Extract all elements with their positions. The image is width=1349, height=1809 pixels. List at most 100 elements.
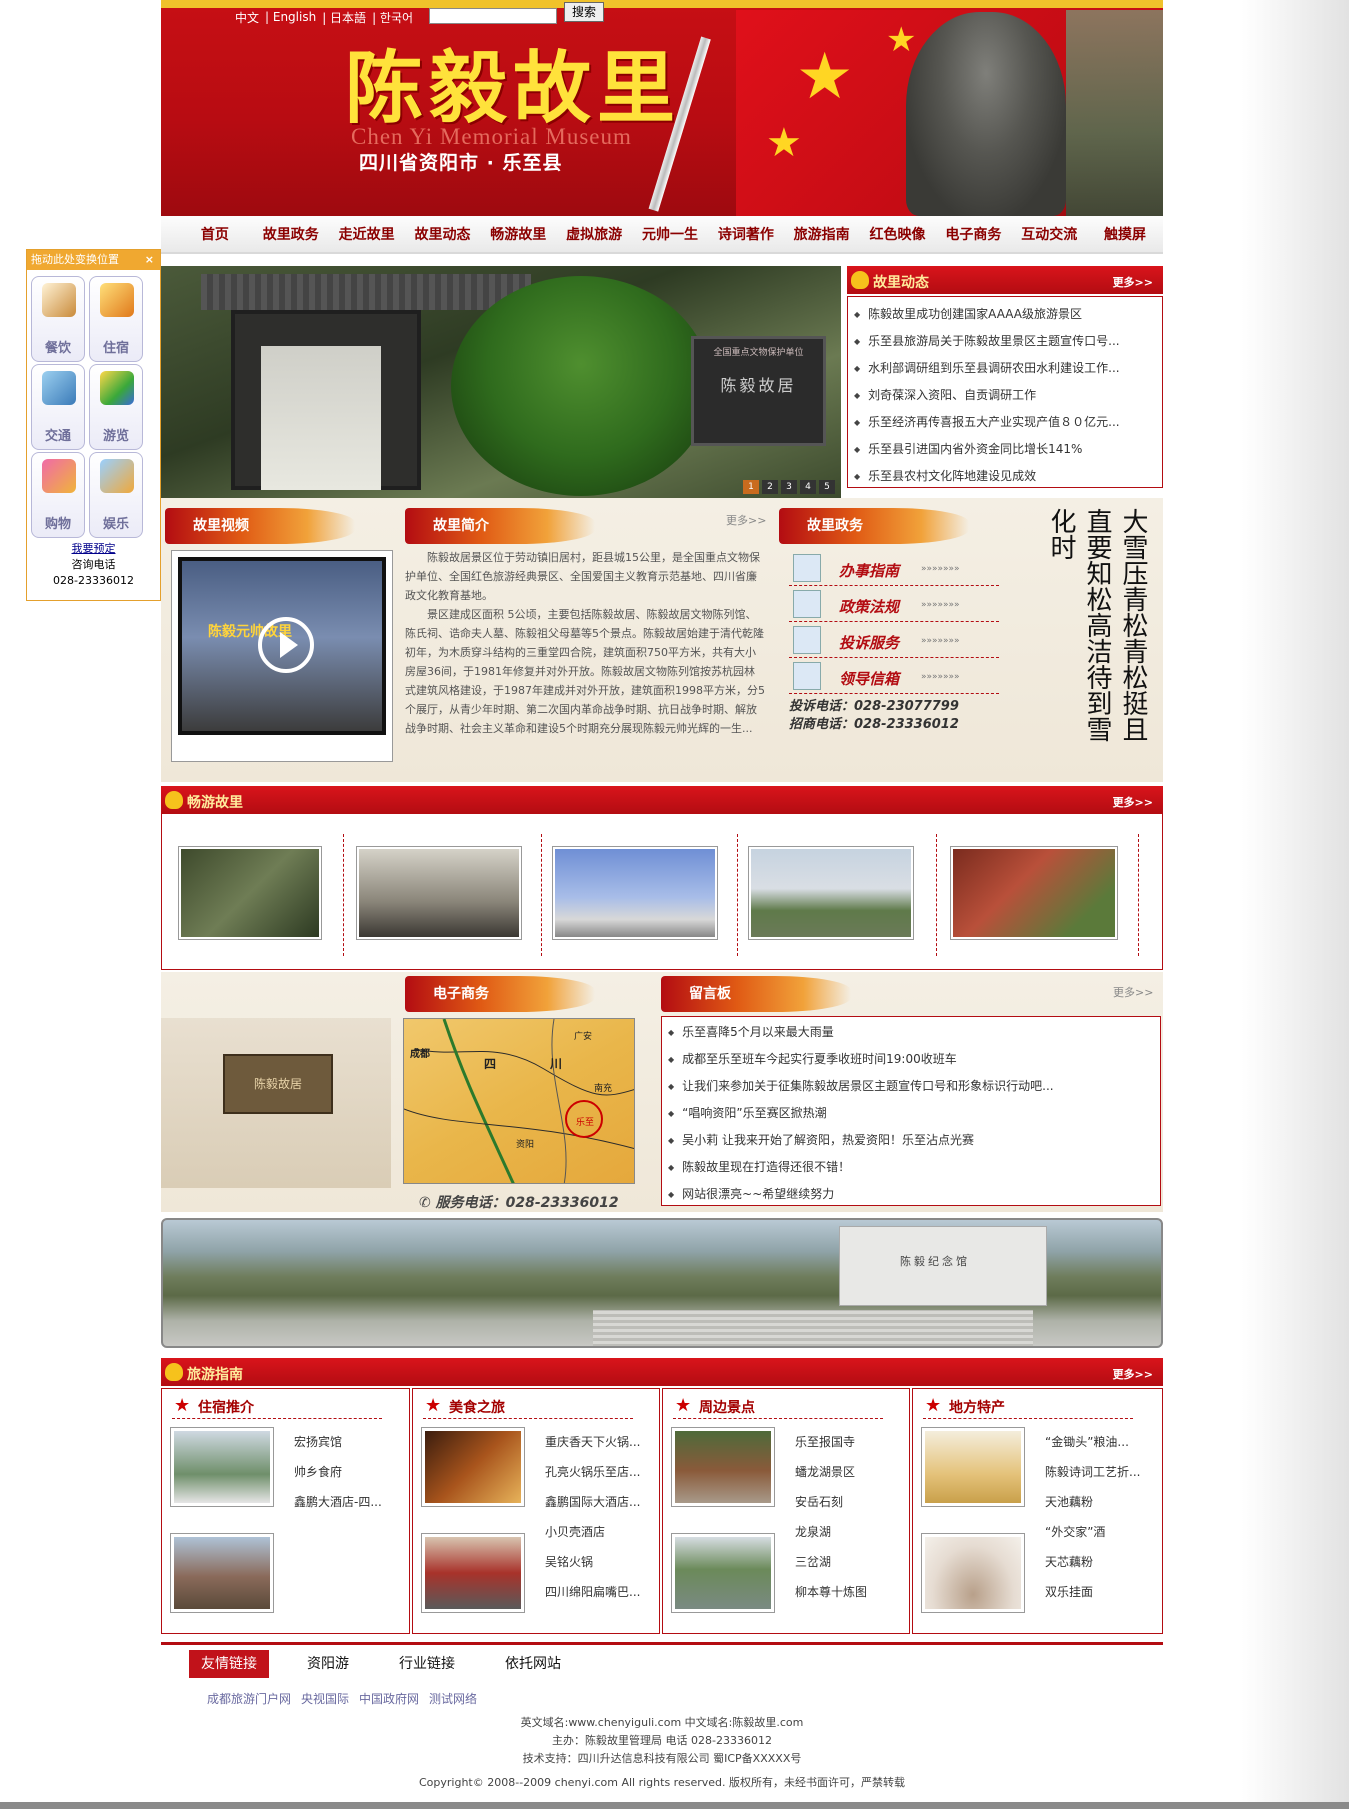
guide-item[interactable]: 蟠龙湖景区 [795,1457,867,1487]
nav-tour[interactable]: 畅游故里 [480,224,556,244]
tab-friend-links[interactable]: 友情链接 [189,1650,269,1678]
news-item[interactable]: 乐至经济再传喜报五大产业实现产值８０亿元... [854,409,1162,436]
nav-virtual[interactable]: 虚拟旅游 [556,224,632,244]
guide-photo[interactable] [170,1427,274,1507]
nav-guide[interactable]: 旅游指南 [784,224,860,244]
lang-japanese[interactable]: | 日本語 [322,9,366,26]
guestbook-item[interactable]: 成都至乐至班车今起实行夏季收班时间19:00收班车 [668,1046,1160,1073]
nav-news[interactable]: 故里动态 [405,224,481,244]
tour-photo[interactable] [950,846,1118,940]
tab-ziyang-tour[interactable]: 资阳游 [295,1650,361,1678]
guide-item[interactable]: 天芯藕粉 [1045,1547,1140,1577]
guestbook-more-link[interactable]: 更多>> [1113,984,1153,1000]
nav-red-image[interactable]: 红色映像 [860,224,936,244]
guide-photo[interactable] [170,1533,274,1613]
guide-item[interactable]: 柳本尊十炼图 [795,1577,867,1607]
gov-item-guide[interactable]: 办事指南 »»»»»»» [789,552,999,586]
guide-item[interactable]: “外交家”酒 [1045,1517,1140,1547]
floating-service-panel[interactable]: 拖动此处变换位置 × 餐饮 住宿 交通 游览 购物 娱乐 我要预定 咨询电话 0… [26,249,161,601]
guide-item[interactable]: 重庆香天下火锅... [545,1427,640,1457]
tour-more-link[interactable]: 更多>> [1113,794,1153,810]
guide-item[interactable]: 鑫鹏大酒店-四... [294,1487,382,1517]
guide-photo[interactable] [671,1427,775,1507]
link-item[interactable]: 央视国际 [301,1690,349,1707]
pager-1[interactable]: 1 [743,480,759,494]
link-item[interactable]: 测试网络 [429,1690,477,1707]
play-icon[interactable] [258,617,314,673]
search-button[interactable]: 搜索 [564,2,604,22]
guide-item[interactable]: 双乐挂面 [1045,1577,1140,1607]
news-more-link[interactable]: 更多>> [1113,274,1153,290]
nav-touchscreen[interactable]: 触摸屏 [1087,224,1163,244]
pager-3[interactable]: 3 [781,480,797,494]
nav-home[interactable]: 首页 [177,224,253,244]
guide-item[interactable]: 陈毅诗词工艺折... [1045,1457,1140,1487]
banner-slideshow[interactable]: 全国重点文物保护单位 陈毅故居 1 2 3 4 5 [161,266,841,498]
lang-korean[interactable]: | 한국어 [372,9,413,26]
tour-photo[interactable] [356,846,522,940]
close-icon[interactable]: × [145,250,154,270]
news-item[interactable]: 乐至县引进国内省外资金同比增长141% [854,436,1162,463]
guide-item[interactable]: 四川绵阳扁嘴巴... [545,1577,640,1607]
pager-2[interactable]: 2 [762,480,778,494]
region-map[interactable]: 成都 四 川 广安 资阳 乐至 南充 [403,1018,635,1184]
tab-partner-sites[interactable]: 依托网站 [493,1650,573,1678]
gov-item-mailbox[interactable]: 领导信箱 »»»»»»» [789,660,999,694]
link-item[interactable]: 成都旅游门户网 [207,1690,291,1707]
guide-item[interactable]: 天池藕粉 [1045,1487,1140,1517]
nav-ecommerce[interactable]: 电子商务 [935,224,1011,244]
guestbook-item[interactable]: 让我们来参加关于征集陈毅故居景区主题宣传口号和形象标识行动吧... [668,1073,1160,1100]
search-input[interactable] [429,8,557,24]
intro-more-link[interactable]: 更多>> [726,512,766,528]
guide-item[interactable]: 龙泉湖 [795,1517,867,1547]
gov-item-complaint[interactable]: 投诉服务 »»»»»»» [789,624,999,658]
guide-item[interactable]: 宏扬宾馆 [294,1427,382,1457]
news-item[interactable]: 乐至县农村文化阵地建设见成效 [854,463,1162,490]
float-shopping[interactable]: 购物 [31,452,85,538]
pager-4[interactable]: 4 [800,480,816,494]
tour-photo[interactable] [748,846,914,940]
guide-item[interactable]: 小贝壳酒店 [545,1517,640,1547]
news-item[interactable]: 乐至县旅游局关于陈毅故里景区主题宣传口号... [854,328,1162,355]
nav-interact[interactable]: 互动交流 [1011,224,1087,244]
guestbook-item[interactable]: 乐至喜降5个月以来最大雨量 [668,1019,1160,1046]
guestbook-item[interactable]: 网站很漂亮~~希望继续努力 [668,1181,1160,1208]
guide-photo[interactable] [671,1533,775,1613]
guide-item[interactable]: 安岳石刻 [795,1487,867,1517]
guide-photo[interactable] [921,1533,1025,1613]
guide-photo[interactable] [421,1533,525,1613]
float-dining[interactable]: 餐饮 [31,276,85,362]
tour-photo[interactable] [178,846,322,940]
guide-item[interactable]: 乐至报国寺 [795,1427,867,1457]
float-lodging[interactable]: 住宿 [89,276,143,362]
nav-gov[interactable]: 故里政务 [253,224,329,244]
nav-life[interactable]: 元帅一生 [632,224,708,244]
guide-photo[interactable] [421,1427,525,1507]
float-entertainment[interactable]: 娱乐 [89,452,143,538]
guestbook-item[interactable]: 吴小莉 让我来开始了解资阳，热爱资阳！乐至沾点光赛 [668,1127,1160,1154]
news-item[interactable]: 刘奇葆深入资阳、自贡调研工作 [854,382,1162,409]
guide-item[interactable]: 鑫鹏国际大酒店... [545,1487,640,1517]
news-item[interactable]: 水利部调研组到乐至县调研农田水利建设工作... [854,355,1162,382]
float-sightseeing[interactable]: 游览 [89,364,143,450]
guestbook-item[interactable]: “唱响资阳”乐至赛区掀热潮 [668,1100,1160,1127]
video-player[interactable]: 陈毅元帅故里 [171,550,393,762]
nav-approach[interactable]: 走近故里 [329,224,405,244]
lang-chinese[interactable]: 中文 [235,9,259,26]
booking-link[interactable]: 我要预定 [27,540,160,556]
guide-photo[interactable] [921,1427,1025,1507]
pager-5[interactable]: 5 [819,480,835,494]
guide-item[interactable]: 三岔湖 [795,1547,867,1577]
gov-item-policy[interactable]: 政策法规 »»»»»»» [789,588,999,622]
float-transport[interactable]: 交通 [31,364,85,450]
tab-industry-links[interactable]: 行业链接 [387,1650,467,1678]
guide-more-link[interactable]: 更多>> [1113,1366,1153,1382]
nav-poems[interactable]: 诗词著作 [708,224,784,244]
news-item[interactable]: 陈毅故里成功创建国家AAAA级旅游景区 [854,301,1162,328]
float-drag-handle[interactable]: 拖动此处变换位置 × [27,250,160,270]
guide-item[interactable]: 吴铭火锅 [545,1547,640,1577]
guide-item[interactable]: “金锄头”粮油... [1045,1427,1140,1457]
guide-item[interactable]: 帅乡食府 [294,1457,382,1487]
tour-photo[interactable] [552,846,718,940]
lang-english[interactable]: | English [265,10,316,24]
